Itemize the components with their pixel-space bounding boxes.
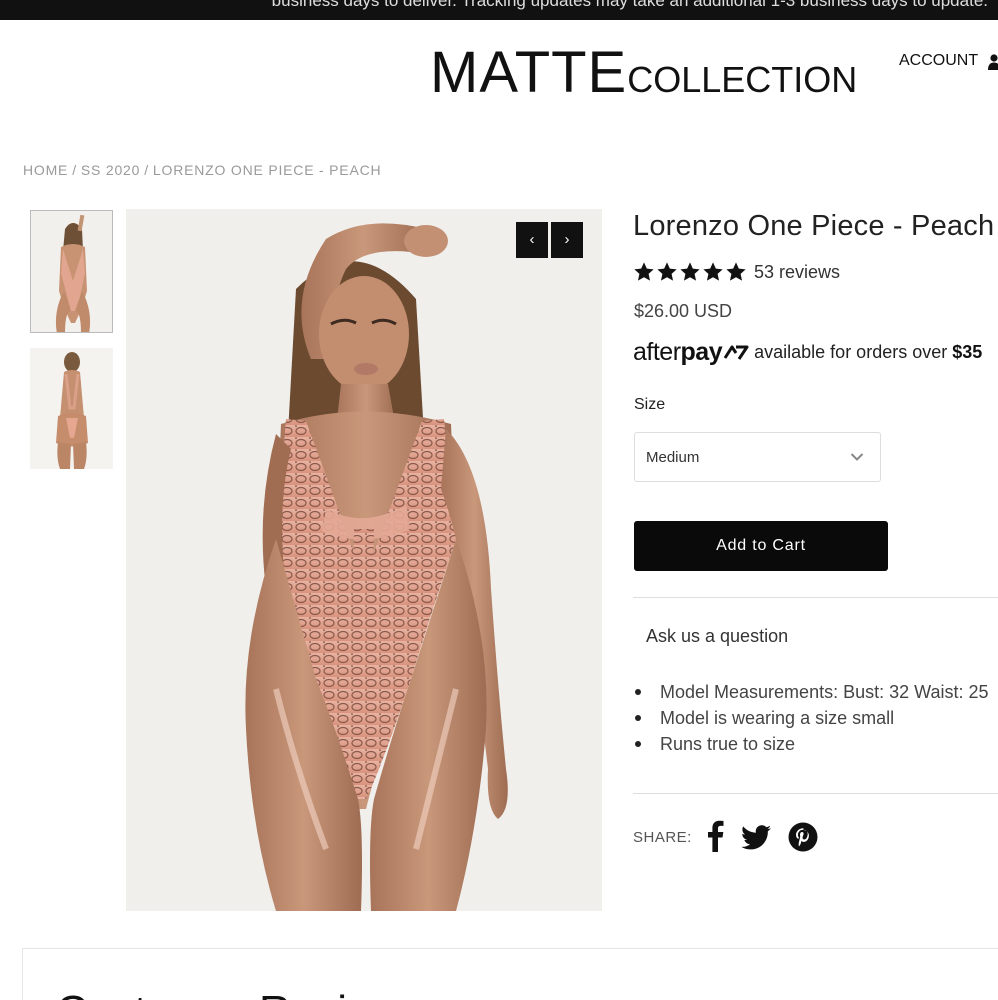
product-price: $26.00 USD [634,301,733,321]
account-link[interactable]: ACCOUNT [899,52,978,70]
breadcrumb-home[interactable]: HOME [23,162,68,178]
breadcrumb: HOME / SS 2020/LORENZO ONE PIECE - PEACH [23,162,381,178]
ask-question-link[interactable]: Ask us a question [646,626,788,647]
chevron-left-icon: ‹ [529,231,535,248]
add-to-cart-button[interactable]: Add to Cart [634,521,888,571]
breadcrumb-current: LORENZO ONE PIECE - PEACH [152,162,382,178]
user-icon[interactable] [988,54,998,70]
product-photo [126,209,602,911]
size-select[interactable]: Medium [634,432,881,482]
divider [633,793,998,794]
breadcrumb-separator: / [144,162,149,178]
rating-stars[interactable] [633,261,747,283]
thumbnail-front[interactable] [30,210,113,333]
afterpay-logo: afterpay [633,338,723,367]
logo-main: MATTE [430,40,628,105]
product-details-list: Model Measurements: Bust: 32 Waist: 25 M… [634,679,988,757]
divider [633,597,998,598]
breadcrumb-separator: / [72,162,77,178]
afterpay-text: available for orders over [754,342,948,362]
afterpay-logo-pre: after [633,338,681,366]
star-icon [703,262,723,281]
twitter-icon[interactable] [741,822,772,854]
logo-sub: COLLECTION [627,59,858,100]
detail-item: Runs true to size [634,731,988,757]
thumbnail-back[interactable] [30,348,113,469]
breadcrumb-collection[interactable]: SS 2020 [81,162,140,178]
thumbnail-front-image [31,211,112,332]
facebook-icon[interactable] [706,820,724,852]
size-label: Size [634,396,666,413]
afterpay-message[interactable]: afterpay available for orders over $35 [633,338,982,367]
brand-logo[interactable]: MATTECOLLECTION [430,44,857,102]
star-icon [634,262,654,281]
afterpay-logo-bold: pay [680,338,723,366]
size-selected-value: Medium [646,449,700,466]
thumbnail-back-image [30,348,113,469]
reviews-link[interactable]: 53 reviews [754,262,840,283]
announcement-bar: business days to deliver. Tracking updat… [0,0,998,20]
chevron-down-icon [850,453,864,461]
afterpay-arrows-icon [723,345,749,360]
customer-reviews-section: Customer Reviews [22,948,998,1000]
next-image-button[interactable]: › [551,222,583,258]
star-icon [726,262,746,281]
afterpay-amount: $35 [952,342,983,362]
customer-reviews-title: Customer Reviews [56,987,425,1000]
detail-item: Model is wearing a size small [634,705,988,731]
chevron-right-icon: › [564,231,570,248]
share-label: SHARE: [633,829,692,846]
star-icon [657,262,677,281]
pinterest-icon[interactable] [788,821,818,853]
product-title: Lorenzo One Piece - Peach [633,210,995,242]
detail-item: Model Measurements: Bust: 32 Waist: 25 [634,679,988,705]
prev-image-button[interactable]: ‹ [516,222,548,258]
announcement-text: business days to deliver. Tracking updat… [271,0,988,10]
star-icon [680,262,700,281]
main-product-image[interactable] [126,209,602,911]
